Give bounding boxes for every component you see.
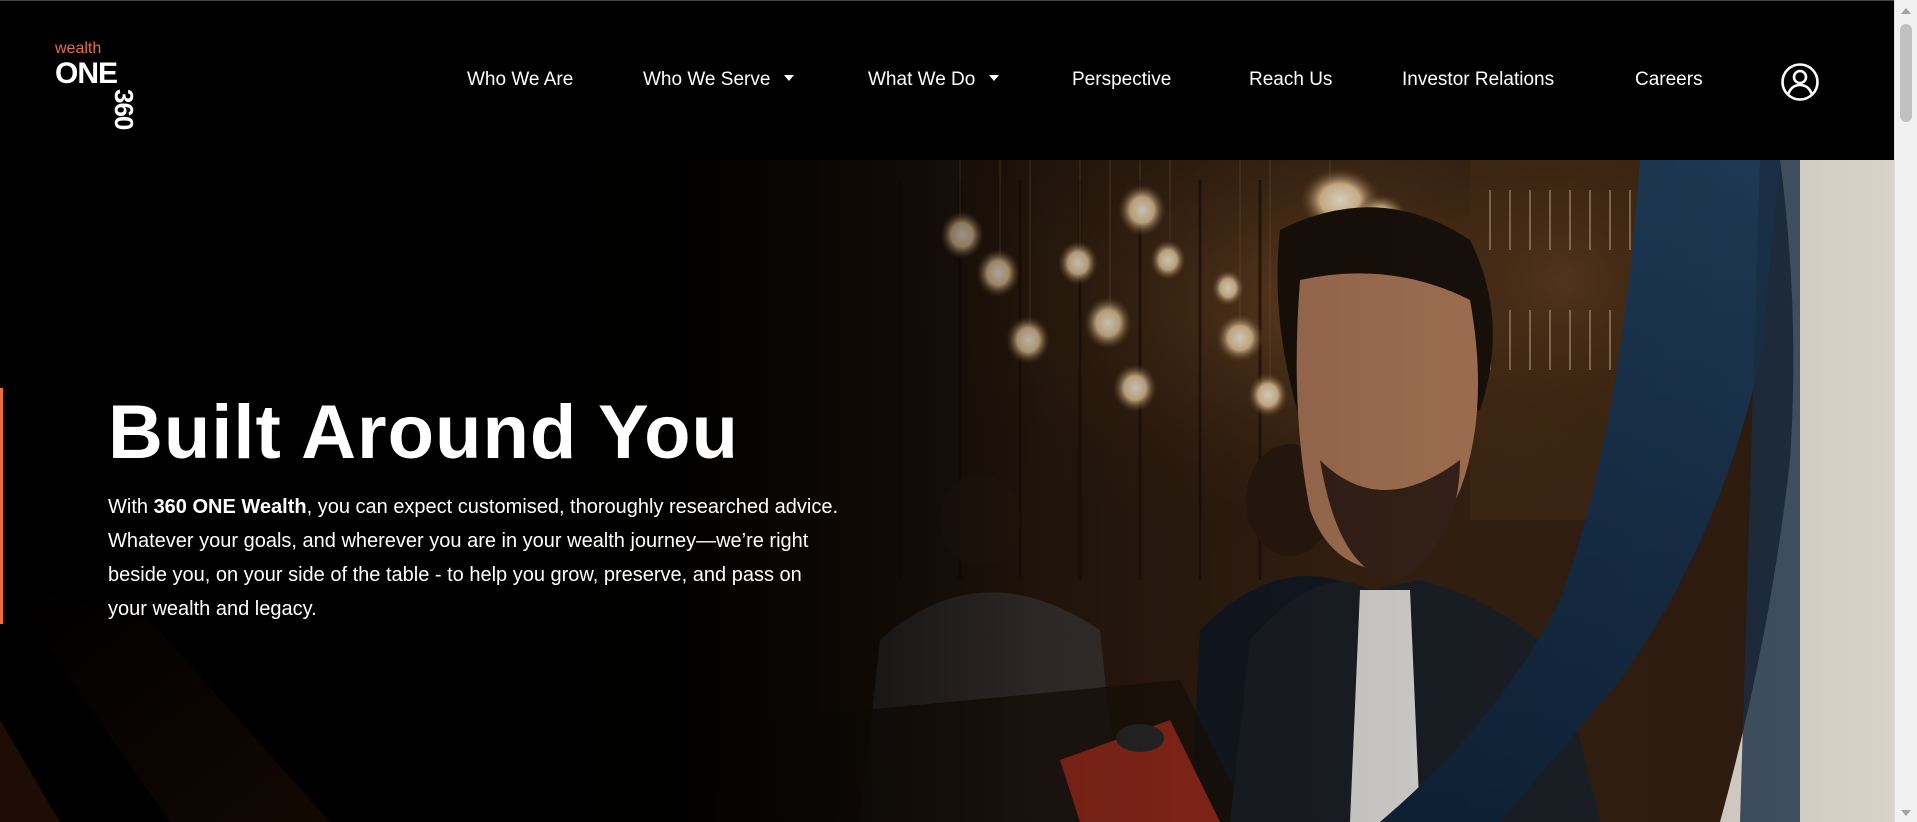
logo-one-text: ONE [55, 57, 118, 90]
hero-title: Built Around You [108, 390, 739, 475]
nav-item-who-we-serve[interactable]: Who We Serve [643, 67, 795, 93]
chevron-down-icon [989, 74, 1000, 81]
nav-item-investor-relations[interactable]: Investor Relations [1402, 67, 1554, 93]
page: wealth ONE 360 Who We Are Who We Serve W… [0, 0, 1894, 822]
hero-section: Built Around You With 360 ONE Wealth, yo… [0, 160, 1894, 822]
logo-360-text: 360 [109, 89, 139, 130]
hero-text-brand: 360 ONE Wealth [153, 496, 307, 518]
nav-item-reach-us[interactable]: Reach Us [1249, 67, 1332, 93]
nav-item-label: Perspective [1072, 69, 1172, 90]
chevron-down-icon [784, 74, 795, 81]
hero-text-prefix: With [108, 496, 154, 518]
scrollbar-thumb[interactable] [1900, 24, 1912, 122]
nav-item-label: Who We Serve [643, 69, 771, 90]
scroll-down-arrow-icon[interactable] [1901, 810, 1911, 816]
nav-item-what-we-do[interactable]: What We Do [868, 67, 1000, 93]
logo-wealth-text: wealth [55, 40, 102, 57]
page-scrollbar[interactable] [1894, 0, 1917, 822]
nav-item-label: Reach Us [1249, 69, 1333, 90]
nav-item-label: Who We Are [467, 69, 574, 90]
brand-logo[interactable]: wealth ONE 360 [55, 40, 139, 130]
nav-item-label: Investor Relations [1402, 69, 1555, 90]
nav-item-who-we-are[interactable]: Who We Are [467, 67, 573, 93]
scroll-up-arrow-icon[interactable] [1901, 8, 1911, 14]
site-header: wealth ONE 360 Who We Are Who We Serve W… [0, 0, 1894, 160]
nav-item-label: What We Do [868, 69, 976, 90]
nav-item-label: Careers [1635, 69, 1703, 90]
hero-accent-bar [0, 388, 3, 624]
nav-item-perspective[interactable]: Perspective [1072, 67, 1171, 93]
hero-description: With 360 ONE Wealth, you can expect cust… [108, 490, 838, 626]
user-circle-icon[interactable] [1780, 62, 1820, 102]
nav-item-careers[interactable]: Careers [1635, 67, 1703, 93]
